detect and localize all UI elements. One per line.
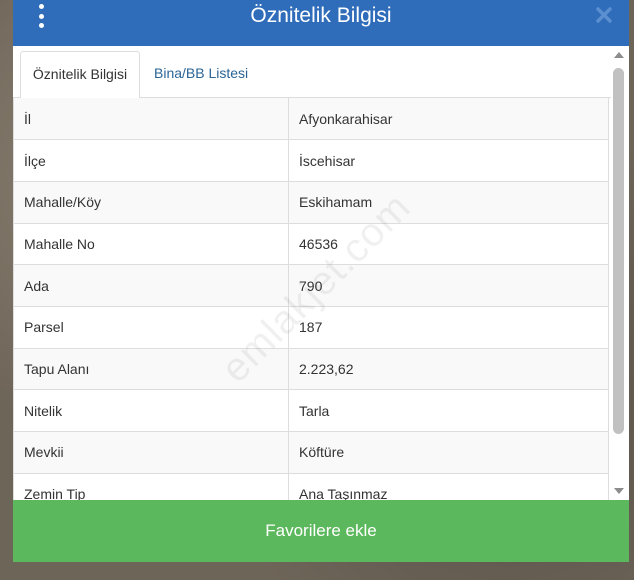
- attribute-table-container: İl Afyonkarahisar İlçe İscehisar Mahalle/Köy…: [13, 98, 609, 500]
- table-row: İlçe İscehisar: [13, 139, 609, 182]
- table-row: Mahalle/Köy Eskihamam: [13, 180, 609, 224]
- modal-title: Öznitelik Bilgisi: [250, 4, 392, 27]
- scroll-down-arrow-icon[interactable]: [614, 488, 624, 494]
- attribute-value: Afyonkarahisar: [288, 98, 609, 140]
- attribute-key: Parsel: [13, 305, 289, 349]
- attribute-info-modal: Öznitelik Bilgisi Öznitelik Bilgisi Bina…: [13, 0, 629, 562]
- table-row: Parsel 187: [13, 305, 609, 349]
- table-row: Zemin Tip Ana Taşınmaz: [13, 472, 609, 500]
- scroll-up-arrow-icon[interactable]: [614, 52, 624, 58]
- attribute-key: Ada: [13, 264, 289, 307]
- table-row: Nitelik Tarla: [13, 389, 609, 432]
- attribute-value: 46536: [288, 222, 609, 265]
- attribute-value: Ana Taşınmaz: [288, 472, 609, 500]
- attribute-key: Tapu Alanı: [13, 347, 289, 390]
- attribute-value: 2.223,62: [288, 347, 609, 390]
- close-icon[interactable]: [595, 6, 613, 24]
- scrollbar[interactable]: [611, 48, 627, 500]
- attribute-value: Köftüre: [288, 431, 609, 474]
- attribute-key: Mevkii: [13, 431, 289, 474]
- attribute-value: İscehisar: [288, 139, 609, 182]
- table-row: Mahalle No 46536: [13, 222, 609, 265]
- attribute-value: 790: [288, 264, 609, 307]
- attribute-table: İl Afyonkarahisar İlçe İscehisar Mahalle/Köy…: [13, 98, 609, 500]
- attribute-key: Zemin Tip: [13, 472, 289, 500]
- modal-header: Öznitelik Bilgisi: [13, 0, 629, 46]
- add-to-favorites-button[interactable]: Favorilere ekle: [13, 500, 629, 562]
- attribute-value: Tarla: [288, 389, 609, 432]
- tab-attribute-info[interactable]: Öznitelik Bilgisi: [20, 51, 140, 99]
- attribute-key: İlçe: [13, 139, 289, 182]
- table-row: Tapu Alanı 2.223,62: [13, 347, 609, 390]
- attribute-key: Mahalle/Köy: [13, 180, 289, 224]
- attribute-value: 187: [288, 305, 609, 349]
- table-row: Ada 790: [13, 264, 609, 307]
- table-row: Mevkii Köftüre: [13, 431, 609, 474]
- attribute-key: Mahalle No: [13, 222, 289, 265]
- attribute-key: İl: [13, 98, 289, 140]
- tab-building-list[interactable]: Bina/BB Listesi: [144, 51, 258, 99]
- attribute-key: Nitelik: [13, 389, 289, 432]
- scrollbar-thumb[interactable]: [613, 68, 624, 434]
- tab-bar: Öznitelik Bilgisi Bina/BB Listesi: [13, 46, 613, 99]
- table-row: İl Afyonkarahisar: [13, 98, 609, 140]
- attribute-value: Eskihamam: [288, 180, 609, 224]
